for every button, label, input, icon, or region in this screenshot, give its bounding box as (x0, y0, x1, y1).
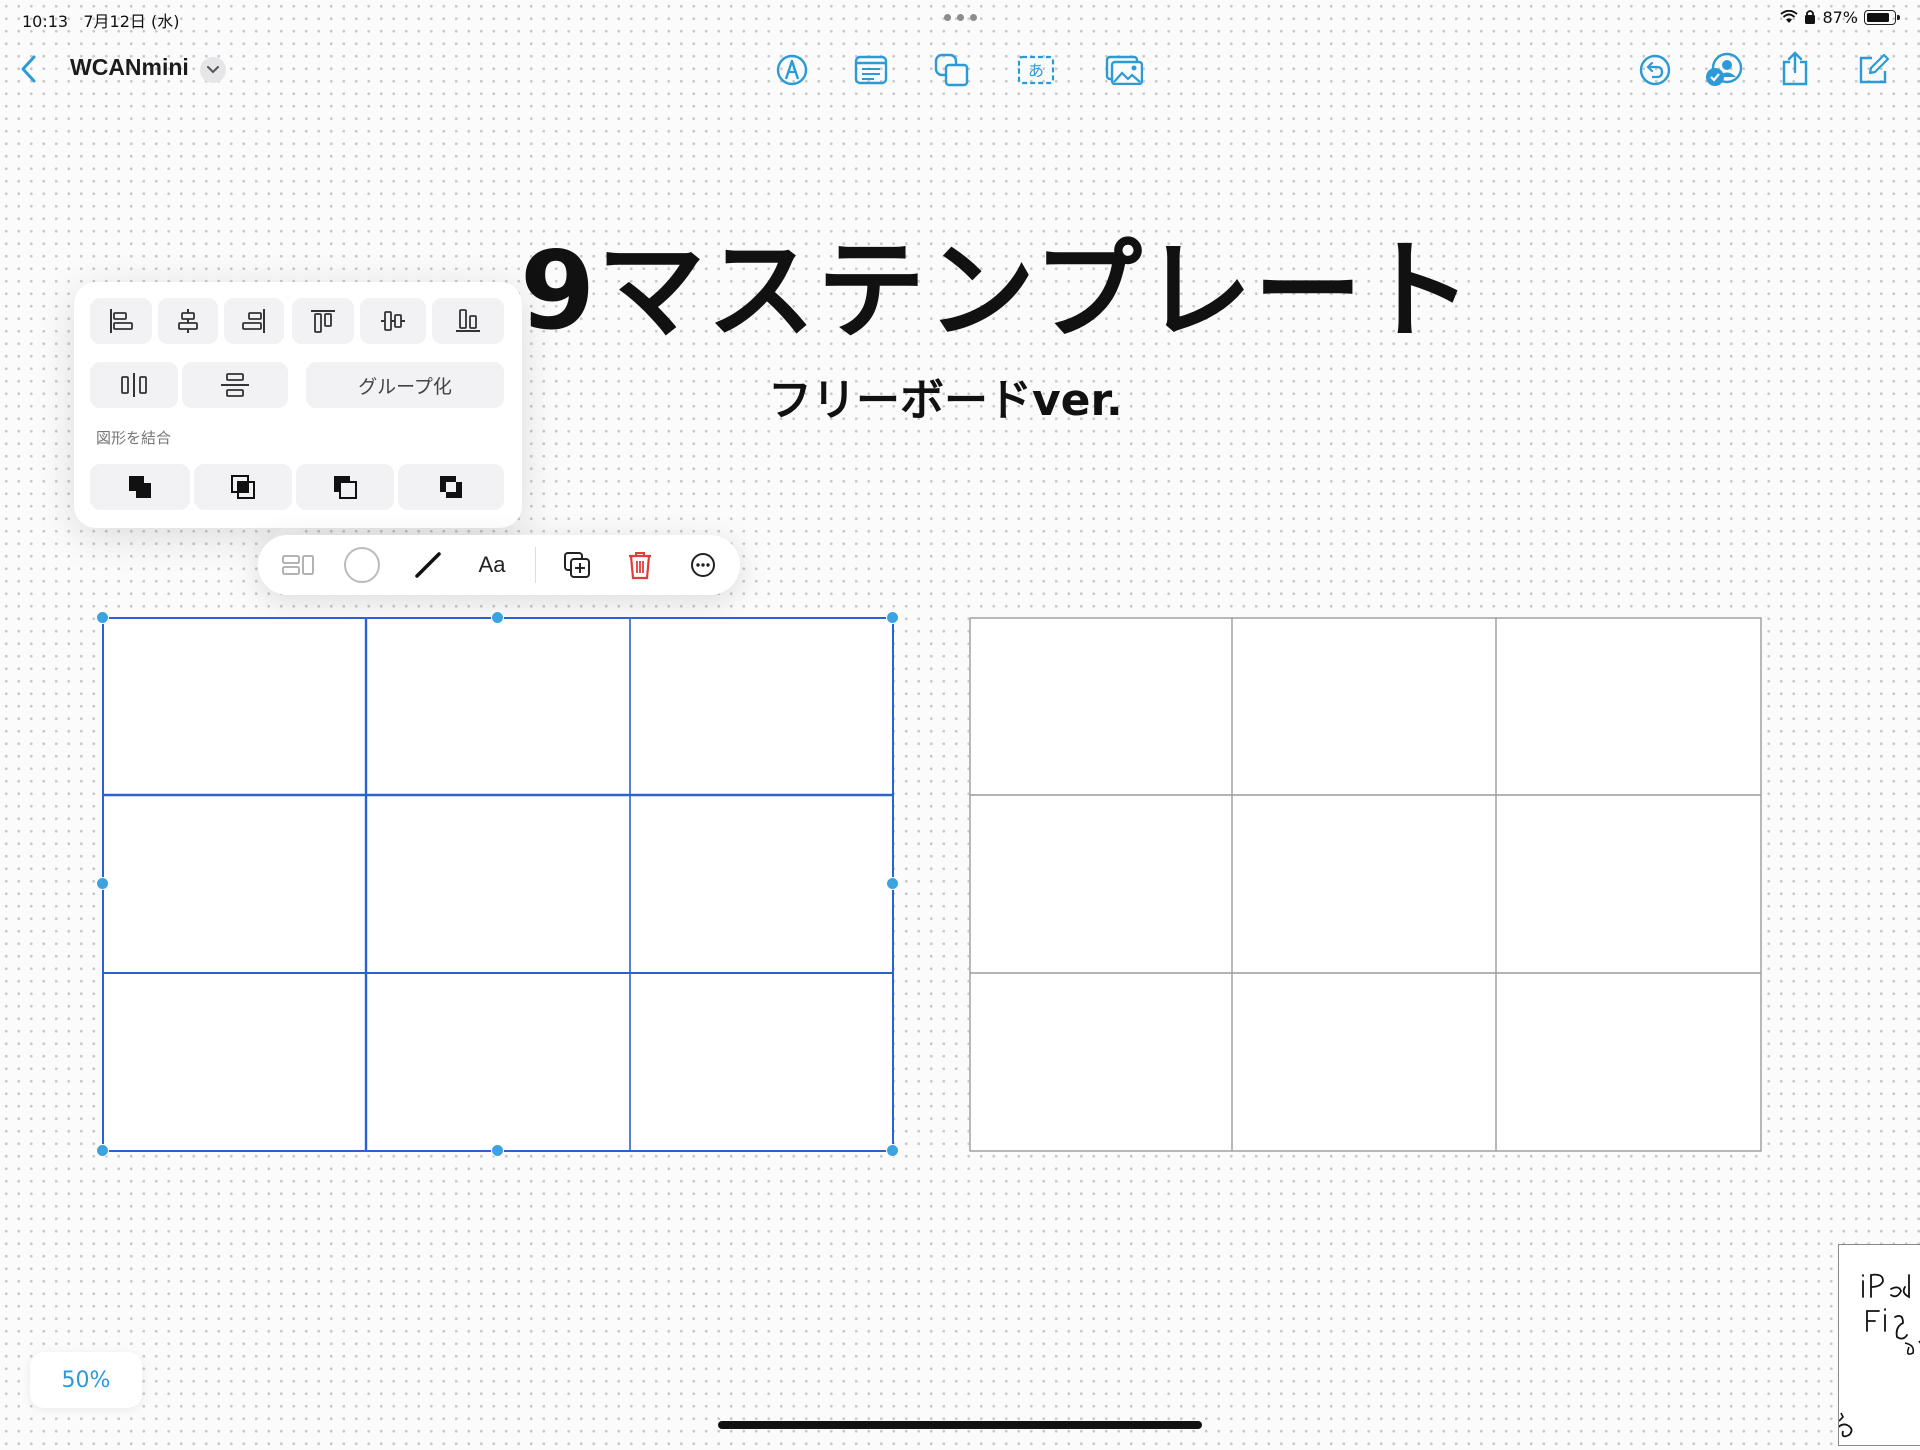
text-box-icon: あ (1017, 55, 1055, 85)
combine-exclude-button[interactable] (398, 464, 504, 510)
text-box-button[interactable]: あ (1014, 48, 1058, 92)
combine-union-button[interactable] (90, 464, 190, 510)
svg-text:あ: あ (1028, 61, 1044, 80)
resize-handle-bottom-left[interactable] (96, 1144, 109, 1157)
home-indicator[interactable] (718, 1421, 1202, 1429)
resize-handle-top-left[interactable] (96, 611, 109, 624)
new-board-icon (1859, 53, 1890, 84)
sticky-note-button[interactable] (849, 48, 893, 92)
collaborate-icon (1706, 52, 1743, 86)
delete-button[interactable] (618, 543, 662, 587)
align-left-icon (110, 309, 133, 333)
lock-rotation-icon (1805, 10, 1816, 24)
align-top-button[interactable] (292, 298, 354, 344)
align-right-button[interactable] (224, 298, 284, 344)
line-style-button[interactable] (406, 543, 450, 587)
media-button[interactable] (1102, 48, 1146, 92)
undo-icon (1639, 54, 1671, 86)
line-icon (415, 552, 441, 578)
shapes-icon (934, 53, 969, 87)
selected-nine-grid[interactable] (102, 617, 894, 1152)
new-board-button[interactable] (1851, 48, 1895, 92)
align-center-h-button[interactable] (158, 298, 218, 344)
distribute-vertical-icon (221, 373, 249, 397)
nine-grid[interactable] (969, 617, 1762, 1152)
align-bottom-icon (456, 309, 480, 332)
chevron-left-icon (21, 55, 36, 83)
share-icon (1782, 51, 1808, 86)
pen-icon (776, 54, 808, 86)
align-bottom-button[interactable] (432, 298, 504, 344)
resize-handle-bottom-right[interactable] (886, 1144, 899, 1157)
align-right-icon (242, 309, 265, 333)
battery-percent: 87% (1822, 7, 1858, 27)
distribute-horizontal-icon (121, 373, 147, 397)
align-left-button[interactable] (90, 298, 152, 344)
handwriting-sketch (1828, 1273, 1920, 1446)
resize-handle-right[interactable] (886, 877, 899, 890)
distribute-vertical-button[interactable] (182, 362, 288, 408)
back-button[interactable] (6, 47, 50, 91)
resize-handle-bottom[interactable] (491, 1144, 504, 1157)
combine-subtract-button[interactable] (296, 464, 394, 510)
multitasking-dots-icon[interactable] (944, 14, 978, 22)
date-text: 7月12日 (水) (83, 12, 180, 31)
circle-fill-icon (344, 547, 380, 583)
collaborate-button[interactable] (1703, 48, 1747, 92)
combine-shapes-label: 図形を結合 (96, 429, 172, 447)
battery-icon (1864, 9, 1900, 25)
media-icon (1105, 55, 1143, 85)
align-center-vertical-icon (381, 311, 405, 331)
board-headline-text[interactable]: 9マステンプレート (520, 238, 1472, 346)
status-indicators: 87% (1780, 6, 1900, 28)
distribute-horizontal-button[interactable] (90, 362, 178, 408)
fill-color-button[interactable] (340, 543, 384, 587)
undo-button[interactable] (1633, 48, 1677, 92)
combine-intersect-button[interactable] (194, 464, 292, 510)
align-center-horizontal-icon (178, 309, 198, 333)
wifi-icon (1780, 10, 1799, 23)
exclude-icon (440, 476, 462, 498)
duplicate-icon (564, 552, 590, 578)
subtract-icon (334, 476, 357, 499)
handwritten-note-card[interactable] (1828, 1244, 1920, 1446)
board-title[interactable]: WCANmini (70, 54, 189, 81)
shapes-button[interactable] (930, 48, 974, 92)
group-button-label: グループ化 (358, 375, 452, 398)
selection-context-bar: Aa (258, 535, 740, 595)
union-icon (129, 476, 151, 498)
duplicate-button[interactable] (555, 543, 599, 587)
intersect-icon (231, 475, 255, 499)
ellipsis-circle-icon (691, 553, 715, 577)
arrange-button[interactable] (276, 543, 320, 587)
align-middle-v-button[interactable] (360, 298, 426, 344)
status-time: 10:13 7月12日 (水) (22, 8, 180, 32)
group-button[interactable]: グループ化 (306, 362, 504, 408)
resize-handle-left[interactable] (96, 877, 109, 890)
trash-icon (629, 552, 651, 580)
context-bar-divider (535, 547, 536, 583)
sticky-note-icon (854, 55, 888, 85)
share-button[interactable] (1773, 46, 1817, 90)
status-bar: 10:13 7月12日 (水) 87% (0, 0, 1920, 34)
font-button[interactable]: Aa (470, 543, 514, 587)
pen-tool-button[interactable] (770, 48, 814, 92)
chevron-down-icon (207, 66, 219, 74)
align-top-icon (311, 310, 335, 333)
time-text: 10:13 (22, 12, 69, 31)
font-button-label: Aa (478, 552, 506, 577)
zoom-level-button[interactable]: 50% (30, 1352, 142, 1408)
more-button[interactable] (681, 543, 725, 587)
board-subline-text[interactable]: フリーボードver. (768, 364, 1123, 428)
resize-handle-top-right[interactable] (886, 611, 899, 624)
arrange-icon (282, 555, 314, 575)
resize-handle-top[interactable] (491, 611, 504, 624)
battery-fill (1867, 12, 1890, 22)
title-menu-button[interactable] (200, 57, 226, 83)
